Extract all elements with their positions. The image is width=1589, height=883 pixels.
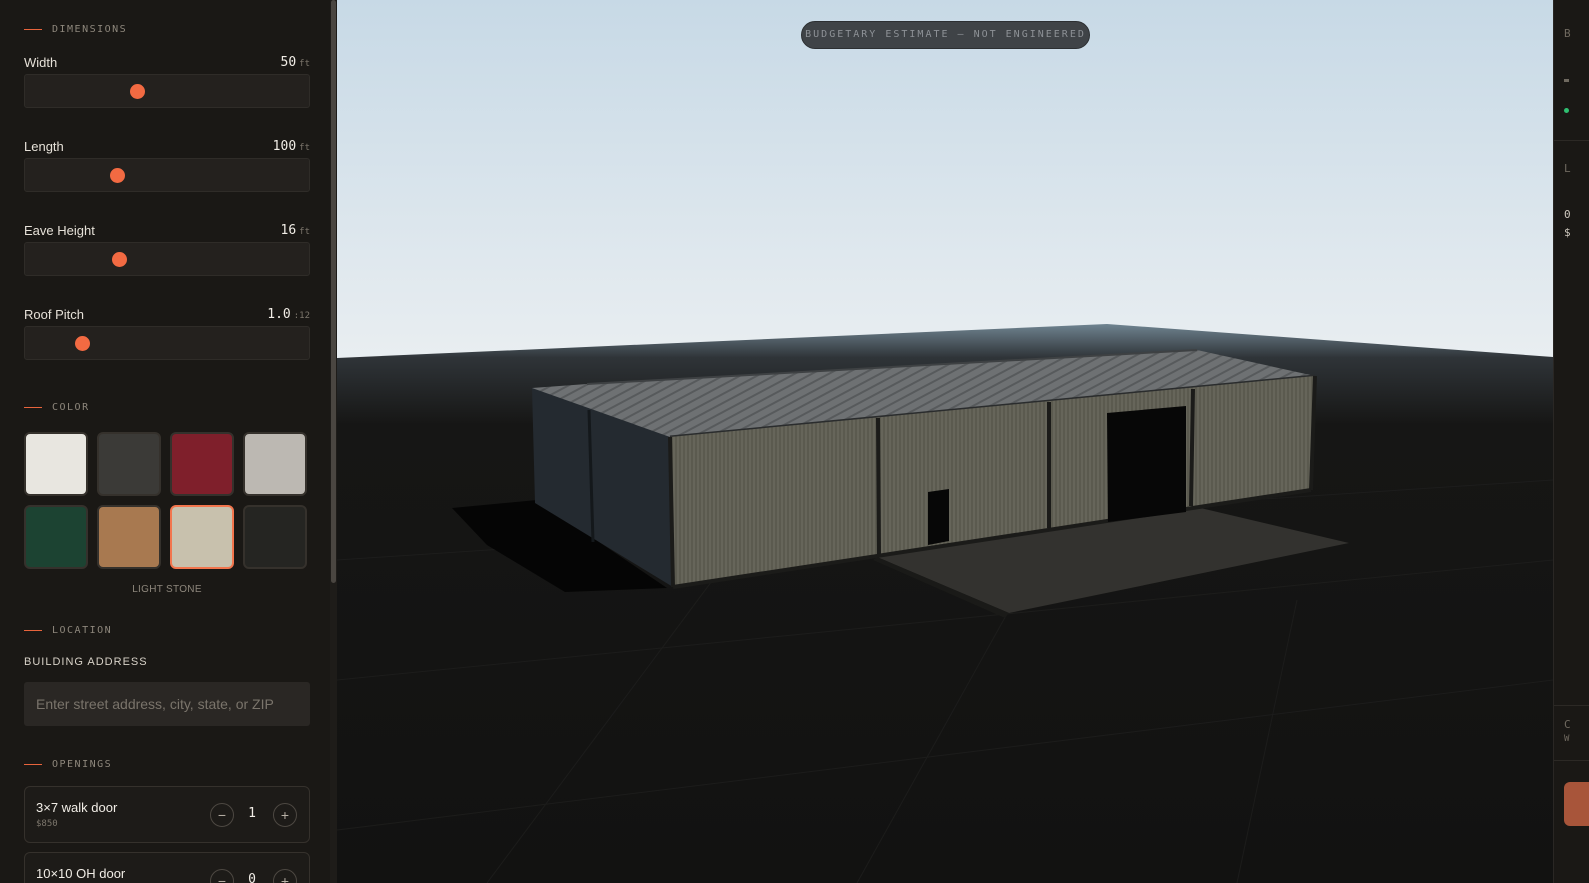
width-unit: ft <box>299 59 310 69</box>
length-slider[interactable] <box>24 158 310 192</box>
eave-height-label: Eave Height <box>24 223 95 238</box>
roof-pitch-label: Roof Pitch <box>24 307 84 322</box>
config-sidebar: DIMENSIONS Width 50 ft Length 100 ft Eav… <box>0 0 330 883</box>
length-number: 100 <box>272 139 297 154</box>
summary-text-fragment: L <box>1564 162 1571 175</box>
increment-button[interactable]: + <box>273 869 297 883</box>
color-swatch-forest-green[interactable] <box>24 505 88 569</box>
status-dot <box>1564 108 1569 113</box>
section-title: COLOR <box>52 402 90 413</box>
roof-pitch-unit: :12 <box>293 311 310 321</box>
selected-color-caption: LIGHT STONE <box>132 584 202 595</box>
color-swatch-burgundy[interactable] <box>170 432 234 496</box>
summary-text-fragment: B <box>1564 27 1571 40</box>
building-address-input[interactable] <box>24 682 310 726</box>
eave-height-value: 16 ft <box>281 223 311 238</box>
length-value: 100 ft <box>273 139 310 154</box>
decrement-button[interactable]: − <box>210 869 234 883</box>
summary-text-fragment: $ <box>1564 226 1571 239</box>
section-title: OPENINGS <box>52 759 113 770</box>
opening-oh-door: 10×10 OH door − 0 + <box>24 852 310 883</box>
increment-button[interactable]: + <box>273 803 297 827</box>
summary-divider <box>1554 760 1589 761</box>
width-slider-knob[interactable] <box>129 84 145 99</box>
color-swatch-black[interactable] <box>243 505 307 569</box>
roof-pitch-slider[interactable] <box>24 326 310 360</box>
opening-count: 0 <box>248 872 256 883</box>
summary-divider <box>1554 705 1589 706</box>
budgetary-estimate-badge: BUDGETARY ESTIMATE — NOT ENGINEERED <box>801 21 1090 49</box>
eave-height-unit: ft <box>299 227 310 237</box>
color-section-header: COLOR <box>24 402 90 413</box>
length-label: Length <box>24 139 64 154</box>
opening-name: 3×7 walk door <box>36 800 118 815</box>
color-swatch-tan[interactable] <box>97 505 161 569</box>
section-title: DIMENSIONS <box>52 24 128 35</box>
roof-pitch-slider-knob[interactable] <box>75 336 91 351</box>
section-accent-dash <box>24 630 42 631</box>
section-accent-dash <box>24 407 42 408</box>
openings-section-header: OPENINGS <box>24 759 112 770</box>
summary-bar-fragment <box>1564 79 1569 82</box>
building-address-label: BUILDING ADDRESS <box>24 656 148 668</box>
width-slider[interactable] <box>24 74 310 108</box>
sky <box>337 0 1553 360</box>
length-slider-knob[interactable] <box>109 168 125 183</box>
color-swatch-light-gray[interactable] <box>243 432 307 496</box>
opening-name: 10×10 OH door <box>36 866 126 881</box>
color-swatch-light-stone[interactable] <box>170 505 234 569</box>
building-3d-viewport[interactable]: BUDGETARY ESTIMATE — NOT ENGINEERED <box>337 0 1553 883</box>
decrement-button[interactable]: − <box>210 803 234 827</box>
color-swatch-charcoal[interactable] <box>97 432 161 496</box>
dimensions-section-header: DIMENSIONS <box>24 24 127 35</box>
summary-text-fragment: C <box>1564 718 1571 731</box>
length-unit: ft <box>299 143 310 153</box>
section-title: LOCATION <box>52 625 113 636</box>
roof-pitch-value: 1.0 :12 <box>267 307 310 322</box>
color-swatch-white[interactable] <box>24 432 88 496</box>
primary-action-button[interactable] <box>1564 782 1589 826</box>
roof-pitch-number: 1.0 <box>267 307 291 322</box>
width-label: Width <box>24 55 58 70</box>
overhead-door <box>1107 406 1186 522</box>
section-accent-dash <box>24 764 42 765</box>
walk-door <box>928 489 949 545</box>
opening-count: 1 <box>248 806 256 821</box>
opening-price: $850 <box>36 819 58 829</box>
summary-text-fragment: W <box>1564 734 1570 744</box>
section-accent-dash <box>24 29 42 30</box>
location-section-header: LOCATION <box>24 625 112 636</box>
eave-height-number: 16 <box>280 223 297 238</box>
summary-panel: B L 0 $ C W <box>1553 0 1589 883</box>
eave-height-slider[interactable] <box>24 242 310 276</box>
sidebar-scrollbar-thumb[interactable] <box>331 0 336 583</box>
eave-height-slider-knob[interactable] <box>112 252 128 267</box>
summary-divider <box>1554 140 1589 141</box>
opening-walk-door: 3×7 walk door $850 − 1 + <box>24 786 310 843</box>
width-value: 50 ft <box>281 55 311 70</box>
building-scene <box>337 0 1553 883</box>
width-number: 50 <box>280 55 297 70</box>
summary-text-fragment: 0 <box>1564 208 1571 221</box>
